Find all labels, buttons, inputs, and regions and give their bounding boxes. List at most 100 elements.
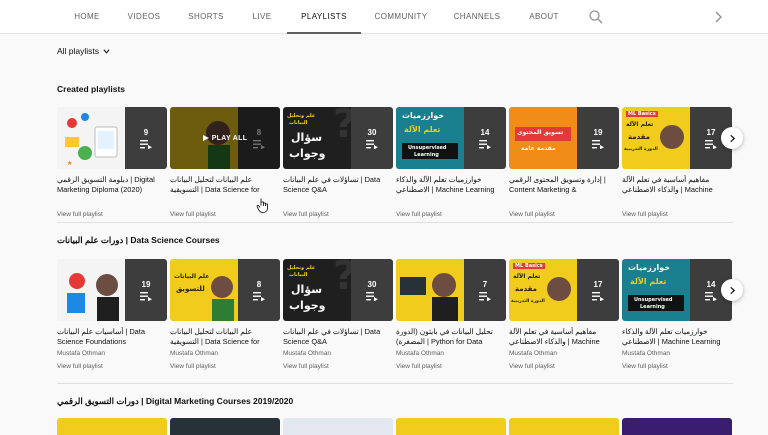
view-full-playlist-link[interactable]: View full playlist (283, 211, 393, 218)
play-all-label: PLAY ALL (211, 134, 248, 142)
thumbnail-caption: تعلم الآلة (630, 277, 667, 286)
tab-shorts[interactable]: SHORTS (182, 0, 230, 34)
tab-videos[interactable]: VIDEOS (120, 0, 168, 34)
playlist-card[interactable]: ? علم وتحليل البيانات سؤال وجواب 30 تساؤ… (283, 107, 393, 218)
playlist-title[interactable]: علم البيانات لتحليل البيانات التسويقية |… (170, 175, 280, 195)
tab-about[interactable]: ABOUT (524, 0, 564, 34)
playlist-thumbnail[interactable]: خوارزميات تعلم الآلة Unsupervised Learni… (396, 107, 506, 169)
view-full-playlist-link[interactable]: View full playlist (509, 363, 619, 370)
playlist-title[interactable]: خوارزميات تعلم الآلة والذكاء الاصطناعي |… (622, 327, 732, 347)
playlist-overlay: 30 (351, 107, 393, 169)
playlist-thumbnail[interactable]: ? علم وتحليل البيانات سؤال وجواب 30 (283, 107, 393, 169)
playlist-card[interactable]: ? علم وتحليل البيانات سؤال وجواب 30 تساؤ… (283, 259, 393, 370)
shelf-next-button[interactable] (721, 127, 743, 149)
playlist-card[interactable]: تسويق المحتوى مقدمة عامة 19 إدارة وتسويق… (509, 107, 619, 218)
thumbnail-caption: Learning (414, 152, 439, 158)
thumbnail-caption: خوارزميات (402, 111, 444, 120)
tab-home[interactable]: HOME (62, 0, 112, 34)
playlist-card[interactable]: ML Basics تعلم الآلة مقدمة الدورة التدري… (622, 107, 732, 218)
thumbnail-caption: وجواب (289, 299, 326, 312)
playlist-card[interactable]: خوارزميات تعلم الآلة Unsupervised Learni… (622, 259, 732, 370)
playlist-title[interactable]: مفاهيم أساسية في تعلم الآلة والذكاء الاص… (622, 175, 732, 195)
chevron-right-icon[interactable] (712, 10, 724, 24)
playlist-author[interactable] (396, 198, 506, 207)
playlist-title[interactable]: تحليل البيانات في بايثون (الدورة المصغرة… (396, 327, 506, 347)
playlist-author[interactable]: Mustafa Othman (509, 350, 619, 359)
playlist-card[interactable]: 7 تحليل البيانات في بايثون (الدورة المصغ… (396, 259, 506, 370)
thumbnail-caption: للتسويق (176, 285, 205, 293)
shelf-next-button[interactable] (721, 279, 743, 301)
view-full-playlist-link[interactable]: View full playlist (622, 211, 732, 218)
playlist-thumbnail[interactable] (57, 418, 167, 435)
search-icon[interactable] (588, 9, 604, 25)
view-full-playlist-link[interactable]: View full playlist (57, 363, 167, 370)
view-full-playlist-link[interactable]: View full playlist (283, 363, 393, 370)
playlist-icon (140, 139, 152, 149)
video-count: 9 (143, 127, 149, 137)
playlist-card[interactable]: ML Basics تعلم الآلة مقدمة الدورة التدري… (509, 259, 619, 370)
playlist-thumbnail[interactable] (170, 418, 280, 435)
playlist-card[interactable]: علم البيانات للتسويق 8 علم البيانات لتحل… (170, 259, 280, 370)
playlist-card[interactable]: ★ 9 دبلومة التسويق الرقمي | Digital Mark… (57, 107, 167, 218)
playlist-thumbnail[interactable]: ML Basics تعلم الآلة مقدمة الدورة التدري… (509, 259, 619, 321)
playlist-thumbnail[interactable]: تسويق المحتوى مقدمة عامة 19 (509, 107, 619, 169)
svg-text:★: ★ (67, 160, 72, 167)
playlist-author[interactable]: Mustafa Othman (283, 350, 393, 359)
playlist-card[interactable]: خوارزميات تعلم الآلة Unsupervised Learni… (396, 107, 506, 218)
playlist-author[interactable] (622, 198, 732, 207)
play-all-button[interactable]: PLAY ALL (170, 107, 280, 169)
playlist-icon (479, 291, 491, 301)
playlist-thumbnail[interactable] (622, 418, 732, 435)
tab-live[interactable]: LIVE (244, 0, 280, 34)
playlist-author[interactable] (283, 198, 393, 207)
view-full-playlist-link[interactable]: View full playlist (509, 211, 619, 218)
view-full-playlist-link[interactable]: View full playlist (57, 211, 167, 218)
playlist-thumbnail[interactable] (396, 418, 506, 435)
playlist-thumbnail[interactable]: 19 (57, 259, 167, 321)
video-count: 19 (593, 127, 603, 137)
playlist-author[interactable]: Mustafa Othman (170, 350, 280, 359)
playlist-author[interactable] (57, 198, 167, 207)
view-full-playlist-link[interactable]: View full playlist (622, 363, 732, 370)
thumbnail-art: ★ (57, 107, 125, 169)
playlist-thumbnail[interactable]: علم البيانات للتسويق 8 (170, 259, 280, 321)
playlist-thumbnail[interactable]: ML Basics تعلم الآلة مقدمة الدورة التدري… (622, 107, 732, 169)
playlist-thumbnail[interactable] (509, 418, 619, 435)
playlist-thumbnail[interactable]: 7 (396, 259, 506, 321)
playlist-author[interactable]: Mustafa Othman (57, 350, 167, 359)
thumbnail-caption: Unsupervised (408, 145, 447, 151)
tab-playlists[interactable]: PLAYLISTS (287, 0, 361, 34)
playlist-title[interactable]: أساسيات علم البيانات | Data Science Foun… (57, 327, 167, 347)
tab-channels[interactable]: CHANNELS (449, 0, 505, 34)
thumbnail-caption: مقدمة (628, 133, 650, 141)
playlist-author[interactable] (509, 198, 619, 207)
tab-community[interactable]: COMMUNITY (370, 0, 432, 34)
video-count: 17 (593, 279, 603, 289)
playlist-title[interactable]: تساؤلات في علم البيانات | Data Science Q… (283, 327, 393, 347)
playlist-author[interactable]: Mustafa Othman (396, 350, 506, 359)
playlist-overlay: 7 (464, 259, 506, 321)
playlist-title[interactable]: مفاهيم أساسية في تعلم الآلة والذكاء الاص… (509, 327, 619, 347)
playlist-card[interactable]: 19 أساسيات علم البيانات | Data Science F… (57, 259, 167, 370)
view-full-playlist-link[interactable]: View full playlist (396, 363, 506, 370)
section-title[interactable]: دورات علم البيانات | Data Science Course… (57, 235, 220, 246)
playlist-thumbnail[interactable]: ? علم وتحليل البيانات سؤال وجواب 30 (283, 259, 393, 321)
playlist-title[interactable]: دبلومة التسويق الرقمي | Digital Marketin… (57, 175, 167, 195)
playlist-thumbnail[interactable] (283, 418, 393, 435)
playlist-title[interactable]: إدارة وتسويق المحتوى الرقمي | Content Ma… (509, 175, 619, 195)
playlist-author[interactable]: Mustafa Othman (622, 350, 732, 359)
view-full-playlist-link[interactable]: View full playlist (170, 363, 280, 370)
playlist-thumbnail[interactable]: ★ 9 (57, 107, 167, 169)
playlist-shelf: ★ 9 دبلومة التسويق الرقمي | Digital Mark… (57, 107, 733, 227)
thumbnail-art (57, 259, 125, 321)
playlist-title[interactable]: علم البيانات لتحليل البيانات التسويقية |… (170, 327, 280, 347)
hand-cursor-icon (256, 198, 268, 213)
playlist-title[interactable]: خوارزميات تعلم الآلة والذكاء الاصطناعي |… (396, 175, 506, 195)
view-full-playlist-link[interactable]: View full playlist (396, 211, 506, 218)
playlist-thumbnail[interactable]: خوارزميات تعلم الآلة Unsupervised Learni… (622, 259, 732, 321)
playlist-thumbnail[interactable]: 8 PLAY ALL (170, 107, 280, 169)
section-title[interactable]: دورات التسويق الرقمي | Digital Marketing… (57, 396, 293, 407)
sort-dropdown[interactable]: All playlists (57, 46, 111, 56)
thumbnail-caption: تعلم الآلة (404, 125, 441, 134)
playlist-title[interactable]: تساؤلات في علم البيانات | Data Science Q… (283, 175, 393, 195)
